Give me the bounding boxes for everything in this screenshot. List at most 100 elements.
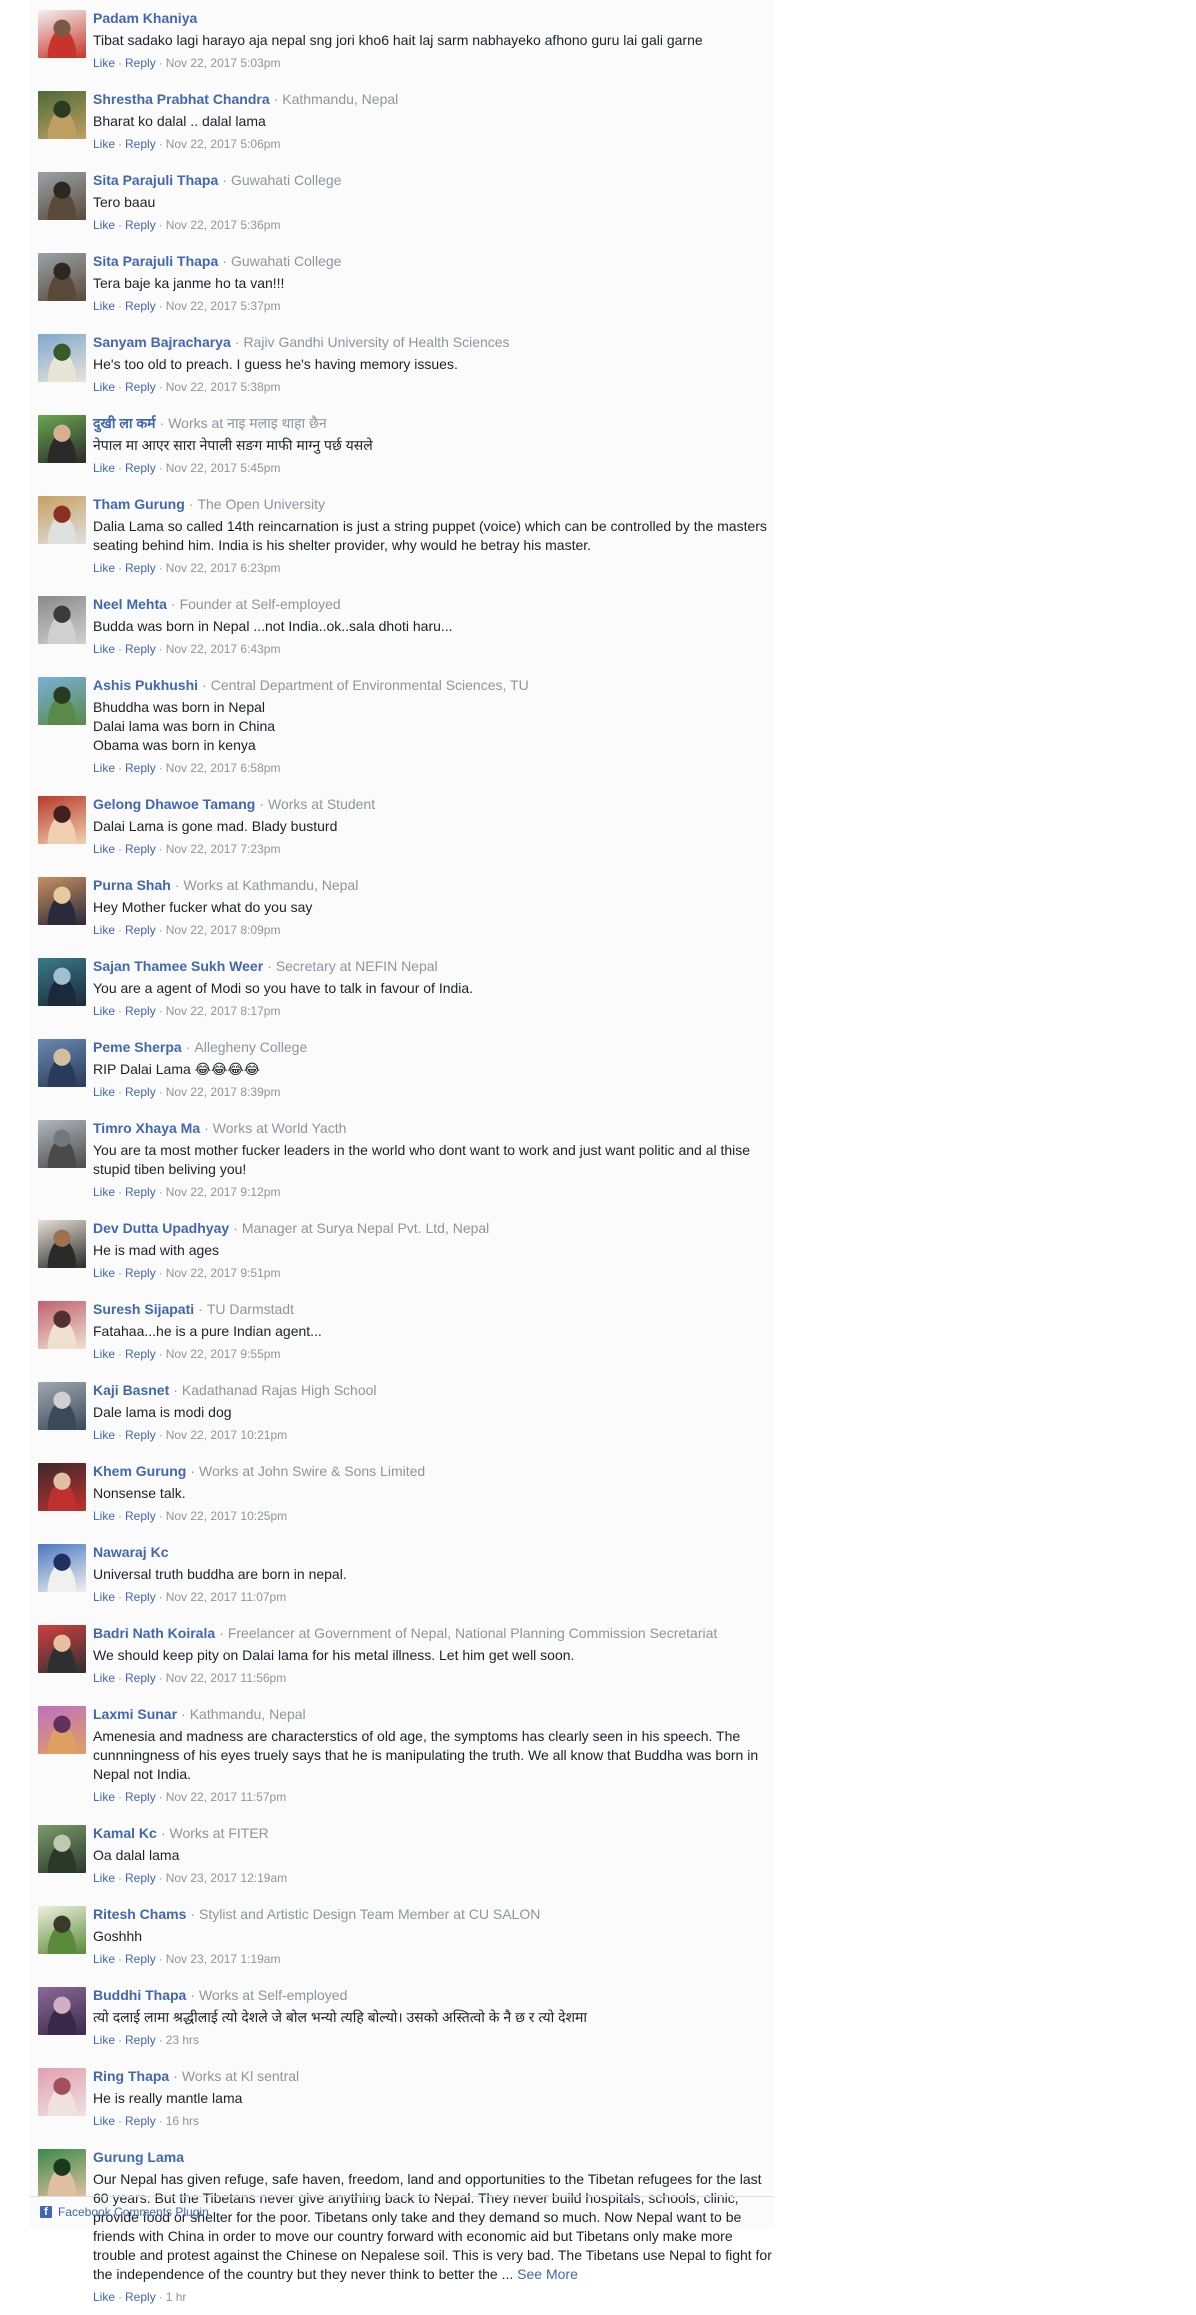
like-link[interactable]: Like [93,1590,115,1604]
comment-timestamp[interactable]: Nov 22, 2017 5:36pm [166,218,281,232]
reply-link[interactable]: Reply [125,1085,156,1099]
comment-timestamp[interactable]: Nov 22, 2017 6:58pm [166,761,281,775]
reply-link[interactable]: Reply [125,1004,156,1018]
author-name-link[interactable]: Ring Thapa [93,2068,169,2084]
avatar[interactable] [38,10,86,58]
like-link[interactable]: Like [93,56,115,70]
like-link[interactable]: Like [93,842,115,856]
like-link[interactable]: Like [93,1266,115,1280]
reply-link[interactable]: Reply [125,1952,156,1966]
reply-link[interactable]: Reply [125,761,156,775]
author-name-link[interactable]: Kaji Basnet [93,1382,169,1398]
comment-timestamp[interactable]: Nov 22, 2017 10:21pm [166,1428,287,1442]
reply-link[interactable]: Reply [125,461,156,475]
author-name-link[interactable]: Laxmi Sunar [93,1706,177,1722]
avatar[interactable] [38,796,86,844]
avatar[interactable] [38,1987,86,2035]
author-name-link[interactable]: Buddhi Thapa [93,1987,186,2003]
avatar[interactable] [38,1382,86,1430]
reply-link[interactable]: Reply [125,2290,156,2304]
comment-timestamp[interactable]: Nov 22, 2017 6:23pm [166,561,281,575]
like-link[interactable]: Like [93,761,115,775]
comment-timestamp[interactable]: Nov 22, 2017 7:23pm [166,842,281,856]
comment-timestamp[interactable]: Nov 23, 2017 12:19am [166,1871,287,1885]
avatar[interactable] [38,1301,86,1349]
reply-link[interactable]: Reply [125,1428,156,1442]
reply-link[interactable]: Reply [125,1185,156,1199]
avatar[interactable] [38,1625,86,1673]
author-name-link[interactable]: दुखी ला कर्म [93,415,156,431]
like-link[interactable]: Like [93,1347,115,1361]
comment-timestamp[interactable]: Nov 22, 2017 11:07pm [166,1590,287,1604]
like-link[interactable]: Like [93,1428,115,1442]
author-name-link[interactable]: Gurung Lama [93,2149,184,2165]
avatar[interactable] [38,253,86,301]
avatar[interactable] [38,334,86,382]
comment-timestamp[interactable]: Nov 22, 2017 5:45pm [166,461,281,475]
author-name-link[interactable]: Kamal Kc [93,1825,157,1841]
comment-timestamp[interactable]: Nov 22, 2017 9:51pm [166,1266,281,1280]
author-name-link[interactable]: Neel Mehta [93,596,167,612]
avatar[interactable] [38,958,86,1006]
author-name-link[interactable]: Ritesh Chams [93,1906,186,1922]
reply-link[interactable]: Reply [125,561,156,575]
comment-timestamp[interactable]: Nov 22, 2017 8:17pm [166,1004,281,1018]
avatar[interactable] [38,1039,86,1087]
reply-link[interactable]: Reply [125,642,156,656]
like-link[interactable]: Like [93,1790,115,1804]
like-link[interactable]: Like [93,1185,115,1199]
comment-timestamp[interactable]: Nov 22, 2017 9:12pm [166,1185,281,1199]
reply-link[interactable]: Reply [125,1266,156,1280]
reply-link[interactable]: Reply [125,218,156,232]
author-name-link[interactable]: Sanyam Bajracharya [93,334,231,350]
author-name-link[interactable]: Suresh Sijapati [93,1301,194,1317]
avatar[interactable] [38,877,86,925]
avatar[interactable] [38,91,86,139]
comment-timestamp[interactable]: Nov 22, 2017 5:03pm [166,56,281,70]
comment-timestamp[interactable]: Nov 22, 2017 8:39pm [166,1085,281,1099]
author-name-link[interactable]: Dev Dutta Upadhyay [93,1220,229,1236]
comment-timestamp[interactable]: Nov 23, 2017 1:19am [166,1952,281,1966]
avatar[interactable] [38,596,86,644]
like-link[interactable]: Like [93,380,115,394]
like-link[interactable]: Like [93,1004,115,1018]
author-name-link[interactable]: Purna Shah [93,877,171,893]
author-name-link[interactable]: Padam Khaniya [93,10,197,26]
avatar[interactable] [38,496,86,544]
like-link[interactable]: Like [93,218,115,232]
comment-timestamp[interactable]: Nov 22, 2017 11:57pm [166,1790,287,1804]
like-link[interactable]: Like [93,1509,115,1523]
author-name-link[interactable]: Sita Parajuli Thapa [93,253,218,269]
reply-link[interactable]: Reply [125,380,156,394]
reply-link[interactable]: Reply [125,1590,156,1604]
avatar[interactable] [38,1120,86,1168]
like-link[interactable]: Like [93,1085,115,1099]
reply-link[interactable]: Reply [125,2114,156,2128]
reply-link[interactable]: Reply [125,923,156,937]
like-link[interactable]: Like [93,1671,115,1685]
author-name-link[interactable]: Khem Gurung [93,1463,186,1479]
comment-timestamp[interactable]: 23 hrs [166,2033,199,2047]
like-link[interactable]: Like [93,1871,115,1885]
comment-timestamp[interactable]: Nov 22, 2017 8:09pm [166,923,281,937]
comment-timestamp[interactable]: Nov 22, 2017 5:38pm [166,380,281,394]
reply-link[interactable]: Reply [125,1871,156,1885]
reply-link[interactable]: Reply [125,1790,156,1804]
reply-link[interactable]: Reply [125,1347,156,1361]
author-name-link[interactable]: Ashis Pukhushi [93,677,198,693]
like-link[interactable]: Like [93,1952,115,1966]
avatar[interactable] [38,415,86,463]
author-name-link[interactable]: Sita Parajuli Thapa [93,172,218,188]
like-link[interactable]: Like [93,642,115,656]
author-name-link[interactable]: Nawaraj Kc [93,1544,168,1560]
reply-link[interactable]: Reply [125,1671,156,1685]
author-name-link[interactable]: Timro Xhaya Ma [93,1120,200,1136]
like-link[interactable]: Like [93,137,115,151]
avatar[interactable] [38,2068,86,2116]
author-name-link[interactable]: Sajan Thamee Sukh Weer [93,958,263,974]
reply-link[interactable]: Reply [125,56,156,70]
author-name-link[interactable]: Peme Sherpa [93,1039,182,1055]
reply-link[interactable]: Reply [125,2033,156,2047]
avatar[interactable] [38,1906,86,1954]
reply-link[interactable]: Reply [125,842,156,856]
